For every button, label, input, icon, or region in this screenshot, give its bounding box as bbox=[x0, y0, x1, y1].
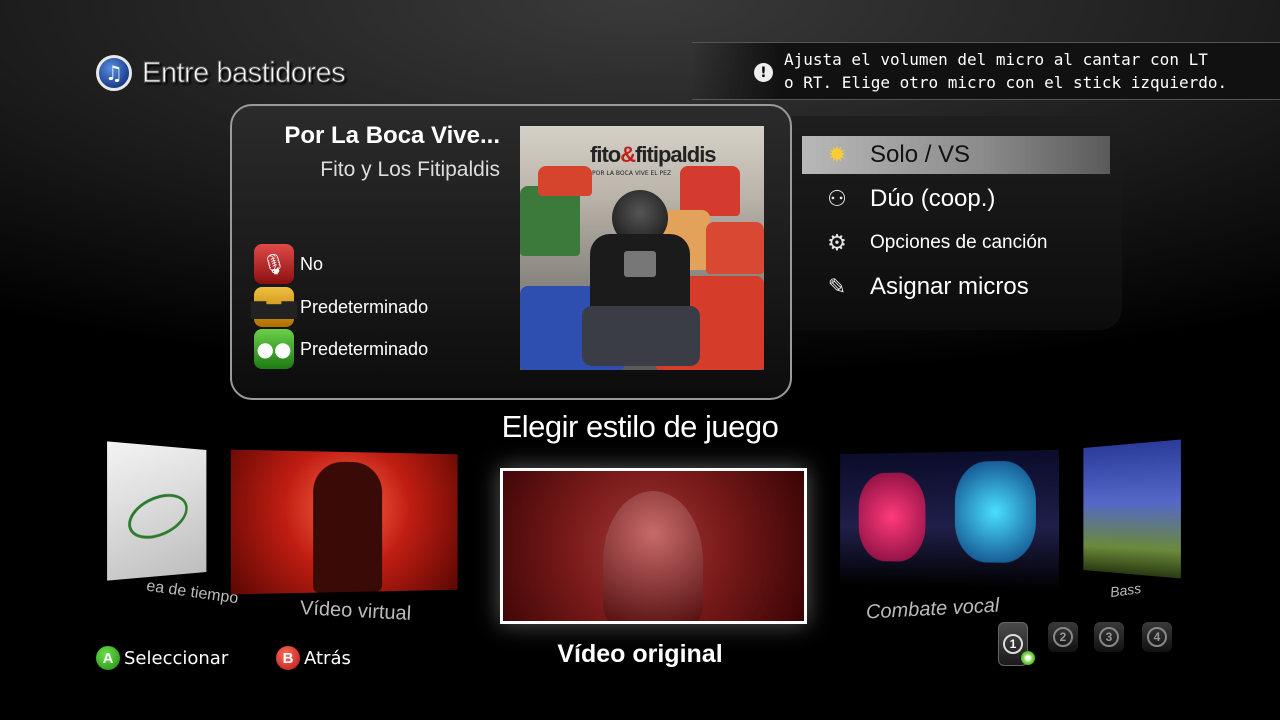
microphone-icon: 🎙 bbox=[254, 244, 294, 284]
music-note-icon: ♫ bbox=[96, 55, 132, 91]
option-equalizer[interactable]: ▆▅▆ Predeterminado bbox=[251, 287, 429, 327]
seat bbox=[680, 166, 740, 216]
tile-timeline[interactable] bbox=[107, 441, 207, 581]
player-slot-4[interactable]: 4 bbox=[1142, 622, 1172, 652]
option-label: Predeterminado bbox=[300, 338, 429, 359]
person-figure bbox=[582, 306, 700, 366]
tile-label-virtual: Vídeo virtual bbox=[299, 597, 412, 625]
player-slot-2[interactable]: 2 bbox=[1048, 622, 1078, 652]
duet-icon: ⚇ bbox=[827, 186, 847, 212]
song-card: Por La Boca Vive... Fito y Los Fitipaldi… bbox=[230, 104, 792, 400]
hint-text: Ajusta el volumen del micro al cantar co… bbox=[784, 48, 1227, 94]
song-artist: Fito y Los Fitipaldis bbox=[320, 158, 500, 181]
mode-label: Dúo (coop.) bbox=[870, 185, 996, 212]
album-banner-amp: & bbox=[620, 142, 636, 167]
burst-icon: ✹ bbox=[827, 142, 847, 168]
tile-label-combat: Combate vocal bbox=[865, 594, 1000, 624]
magic-wand-icon: ✎ bbox=[827, 274, 847, 300]
player-number: 2 bbox=[1053, 627, 1073, 647]
select-label: Seleccionar bbox=[124, 647, 229, 669]
select-control[interactable]: A Seleccionar bbox=[96, 646, 228, 670]
mode-assign-mics[interactable]: ✎ Asignar micros bbox=[820, 270, 1029, 304]
mode-label: Asignar micros bbox=[870, 273, 1029, 300]
seat bbox=[520, 186, 580, 256]
mode-solo-vs[interactable]: ✹ Solo / VS bbox=[802, 136, 1110, 174]
gear-icon: ⚙ bbox=[827, 230, 847, 256]
seat bbox=[706, 222, 764, 274]
screen-header: ♫ Entre bastidores bbox=[96, 55, 346, 91]
equalizer-icon: ▆▅▆ bbox=[251, 287, 297, 327]
album-art: fito&fitipaldis POR LA BOCA VIVE EL PEZ bbox=[520, 126, 764, 370]
album-banner: fito&fitipaldis bbox=[590, 142, 717, 168]
back-label: Atrás bbox=[304, 647, 351, 669]
back-control[interactable]: B Atrás bbox=[276, 646, 351, 670]
mode-panel: ✹ Solo / VS ⚇ Dúo (coop.) ⚙ Opciones de … bbox=[792, 116, 1122, 330]
option-microphone[interactable]: 🎙 No bbox=[254, 244, 323, 284]
player-number: 1 bbox=[1003, 634, 1023, 654]
mode-duo[interactable]: ⚇ Dúo (coop.) bbox=[820, 182, 995, 216]
player-slot-3[interactable]: 3 bbox=[1094, 622, 1124, 652]
tile-label-bass: Bass bbox=[1109, 579, 1143, 601]
option-label: Predeterminado bbox=[300, 296, 429, 317]
seat bbox=[538, 166, 592, 196]
hint-panel: ! Ajusta el volumen del micro al cantar … bbox=[692, 42, 1280, 100]
tile-bass[interactable] bbox=[1083, 439, 1181, 579]
tile-art bbox=[122, 485, 193, 548]
speech-bubbles-icon: ●● bbox=[254, 329, 294, 369]
tile-vocal-combat[interactable] bbox=[840, 449, 1059, 591]
album-subtitle: POR LA BOCA VIVE EL PEZ bbox=[592, 170, 672, 177]
screen-title: Entre bastidores bbox=[141, 56, 346, 89]
hint-line-1: Ajusta el volumen del micro al cantar co… bbox=[784, 50, 1208, 69]
song-title: Por La Boca Vive... bbox=[284, 122, 500, 149]
warning-icon: ! bbox=[754, 63, 773, 82]
person-figure bbox=[624, 251, 656, 277]
player-number: 3 bbox=[1099, 627, 1119, 647]
tile-virtual-video[interactable] bbox=[230, 449, 458, 595]
option-lyrics[interactable]: ●● Predeterminado bbox=[254, 329, 428, 369]
a-button-icon: A bbox=[96, 646, 120, 670]
tile-label-timeline: ea de tiempo bbox=[145, 577, 240, 608]
mode-label: Solo / VS bbox=[870, 141, 971, 168]
carousel-title: Elegir estilo de juego bbox=[501, 409, 779, 444]
tile-art bbox=[954, 460, 1036, 564]
tile-original-video[interactable] bbox=[500, 468, 807, 624]
tile-art bbox=[858, 472, 926, 562]
tile-art bbox=[603, 491, 703, 621]
hint-line-2: o RT. Elige otro micro con el stick izqu… bbox=[784, 73, 1228, 92]
album-banner-left: fito bbox=[590, 142, 621, 167]
album-banner-right: fitipaldis bbox=[635, 142, 716, 167]
option-label: No bbox=[300, 253, 324, 274]
controller-connected-icon bbox=[1021, 651, 1035, 665]
player-number: 4 bbox=[1147, 627, 1167, 647]
b-button-icon: B bbox=[276, 646, 300, 670]
mode-song-options[interactable]: ⚙ Opciones de canción bbox=[820, 226, 1047, 260]
tile-art bbox=[313, 461, 383, 593]
mode-label: Opciones de canción bbox=[870, 232, 1048, 253]
